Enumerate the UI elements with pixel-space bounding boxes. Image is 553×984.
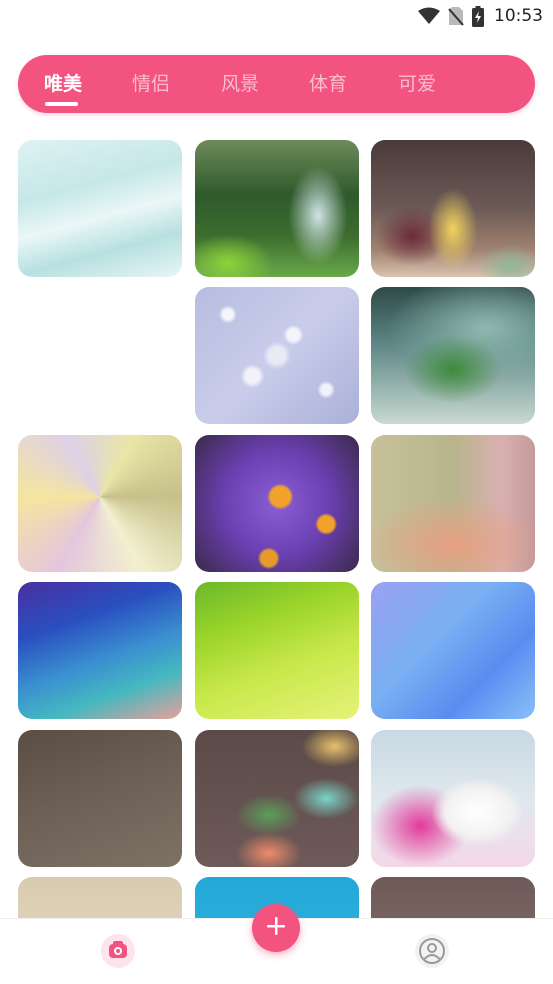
add-wallpaper-button[interactable]	[252, 904, 300, 952]
status-time: 10:53	[494, 6, 543, 26]
wallpaper-thumbnail-colorful-macarons[interactable]	[195, 730, 359, 867]
wallpaper-grid	[18, 140, 536, 918]
wallpaper-thumbnail-brown-texture[interactable]	[18, 730, 182, 867]
wifi-icon	[418, 7, 440, 25]
category-tab-bar: 唯美 情侣 风景 体育 可爱	[18, 55, 535, 113]
camera-icon	[100, 933, 136, 973]
wallpaper-thumbnail-blue-bokeh[interactable]	[195, 287, 359, 424]
status-icons: 10:53	[418, 5, 543, 27]
tab-tiyu[interactable]: 体育	[309, 55, 347, 113]
wallpaper-thumbnail-pastel-geometric[interactable]	[18, 435, 182, 572]
camera-nav-button[interactable]	[100, 933, 136, 969]
tab-fengjing[interactable]: 风景	[221, 55, 259, 113]
wallpaper-thumbnail-mountain-river-valley[interactable]	[195, 140, 359, 277]
user-icon	[414, 933, 450, 973]
wallpaper-thumbnail-soft-teal-abstract[interactable]	[18, 140, 182, 277]
tab-qinglv[interactable]: 情侣	[132, 55, 170, 113]
wallpaper-thumbnail-lime-green-waves[interactable]	[195, 582, 359, 719]
wallpaper-thumbnail-pink-heart-snow[interactable]	[371, 730, 535, 867]
active-tab-indicator	[45, 102, 78, 106]
wallpaper-thumbnail-macarons-closeup[interactable]	[371, 140, 535, 277]
plus-icon	[265, 915, 287, 941]
wallpaper-thumbnail-green-sprout[interactable]	[371, 287, 535, 424]
wallpaper-thumbnail-macaron-cup[interactable]	[371, 877, 535, 918]
tab-keai[interactable]: 可爱	[398, 55, 436, 113]
battery-charging-icon	[472, 5, 484, 27]
status-bar: 10:53	[0, 0, 553, 32]
wallpaper-thumbnail-beige-blur[interactable]	[18, 877, 182, 918]
wallpaper-thumbnail-blue-purple-polygon[interactable]	[18, 582, 182, 719]
wallpaper-thumbnail-purple-daisies[interactable]	[195, 435, 359, 572]
wallpaper-thumbnail-light-blue-polygon[interactable]	[371, 582, 535, 719]
wallpaper-thumbnail-peach-roses[interactable]	[371, 435, 535, 572]
profile-nav-button[interactable]	[414, 933, 450, 969]
no-sim-icon	[448, 6, 464, 26]
